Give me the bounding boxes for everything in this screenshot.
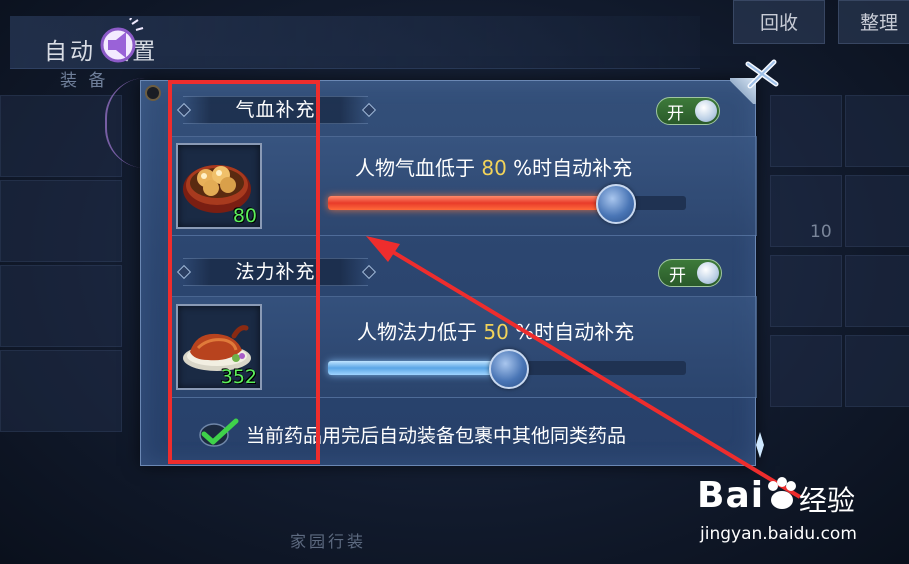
watermark-url: jingyan.baidu.com bbox=[700, 524, 857, 544]
watermark-brand: Bai bbox=[697, 475, 765, 516]
paw-icon bbox=[768, 477, 796, 509]
watermark-brand-suffix: 经验 bbox=[799, 484, 856, 517]
